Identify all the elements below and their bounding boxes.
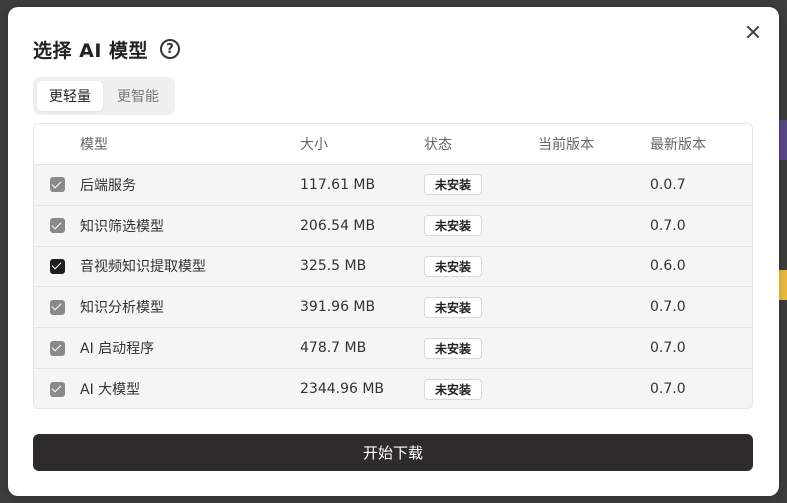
model-size: 117.61 MB — [300, 176, 376, 193]
row-checkbox[interactable] — [49, 340, 65, 356]
status-badge: 未安装 — [424, 215, 483, 237]
status-badge: 未安装 — [424, 378, 483, 400]
table-row: AI 启动程序 478.7 MB 未安装 0.7.0 — [34, 328, 752, 369]
table-row: 后端服务 117.61 MB 未安装 0.0.7 — [34, 165, 752, 206]
status-badge: 未安装 — [424, 337, 483, 359]
table-row: 知识分析模型 391.96 MB 未安装 0.7.0 — [34, 287, 752, 329]
row-checkbox[interactable] — [49, 177, 65, 193]
table-row: 知识筛选模型 206.54 MB 未安装 0.7.0 — [34, 205, 752, 247]
model-size: 391.96 MB — [300, 299, 376, 316]
model-size: 478.7 MB — [300, 340, 367, 357]
column-header-current-version: 当前版本 — [538, 137, 594, 153]
column-header-size: 大小 — [300, 137, 328, 153]
question-circle-icon[interactable]: ? — [160, 39, 181, 59]
close-icon[interactable] — [745, 24, 761, 40]
model-name: 后端服务 — [80, 177, 136, 194]
table-row: AI 大模型 2344.96 MB 未安装 0.7.0 — [34, 368, 752, 408]
model-name: 音视频知识提取模型 — [80, 259, 206, 276]
start-download-button[interactable]: 开始下载 — [33, 434, 753, 471]
row-checkbox[interactable] — [49, 218, 65, 234]
model-size: 2344.96 MB — [300, 381, 385, 398]
dialog-title: 选择 AI 模型 — [33, 39, 149, 62]
column-header-model: 模型 — [80, 137, 108, 153]
tab-lighter[interactable]: 更轻量 — [37, 81, 103, 111]
model-size: 206.54 MB — [300, 217, 376, 234]
status-badge: 未安装 — [424, 174, 483, 196]
model-type-tabs: 更轻量 更智能 — [33, 77, 175, 115]
select-model-dialog: 选择 AI 模型 ? 更轻量 更智能 模型 大小 状态 当前版本 最新版本 后端… — [8, 7, 779, 496]
row-checkbox[interactable] — [49, 258, 65, 274]
dialog-header: 选择 AI 模型 ? — [33, 35, 181, 63]
latest-version: 0.0.7 — [650, 176, 686, 193]
latest-version: 0.7.0 — [650, 299, 686, 316]
column-header-latest-version: 最新版本 — [650, 137, 706, 153]
latest-version: 0.7.0 — [650, 381, 686, 398]
model-name: AI 启动程序 — [80, 341, 155, 358]
status-badge: 未安装 — [424, 255, 483, 277]
model-size: 325.5 MB — [300, 258, 367, 275]
latest-version: 0.7.0 — [650, 340, 686, 357]
model-name: 知识筛选模型 — [80, 218, 164, 235]
model-name: 知识分析模型 — [80, 300, 164, 317]
model-name: AI 大模型 — [80, 382, 141, 399]
latest-version: 0.7.0 — [650, 217, 686, 234]
latest-version: 0.6.0 — [650, 258, 686, 275]
row-checkbox[interactable] — [49, 299, 65, 315]
column-header-status: 状态 — [424, 137, 452, 153]
table-row: 音视频知识提取模型 325.5 MB 未安装 0.6.0 — [34, 246, 752, 288]
model-table: 模型 大小 状态 当前版本 最新版本 后端服务 117.61 MB 未安装 0.… — [33, 123, 753, 409]
row-checkbox[interactable] — [49, 381, 65, 397]
status-badge: 未安装 — [424, 296, 483, 318]
table-header: 模型 大小 状态 当前版本 最新版本 — [34, 124, 752, 165]
tab-smarter[interactable]: 更智能 — [105, 81, 171, 111]
